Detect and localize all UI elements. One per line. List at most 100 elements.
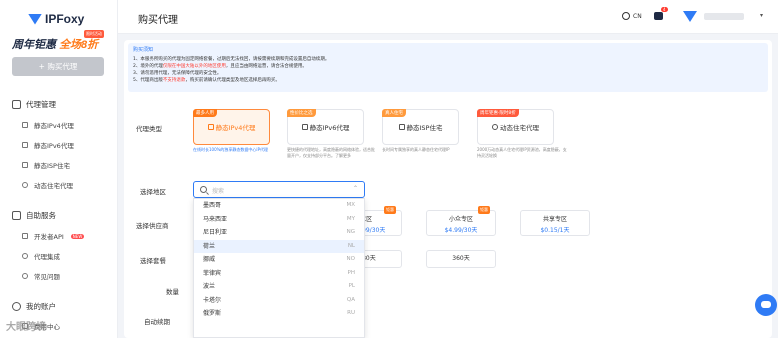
username-redacted[interactable] — [704, 13, 744, 20]
region-option-name: 菲律宾 — [203, 269, 222, 277]
type-description: 更快捷的代理地址，高度隐蔽的网络体验，适合批量开户，仅支持部分平台。了解更多 — [287, 147, 375, 158]
sidebar-item-proxy-integration[interactable]: 代理集成 — [22, 251, 60, 261]
type-name-row: 静态ISP住宅 — [383, 122, 458, 132]
new-badge: NEW — [70, 233, 85, 239]
label-proxy-type: 代理类型 — [136, 125, 162, 133]
server-icon — [207, 124, 214, 130]
region-option-code: PH — [347, 269, 355, 276]
notification-icon[interactable] — [654, 12, 663, 20]
region-option[interactable]: 墨西哥 MX — [194, 199, 364, 213]
promo-line-2: 全场8折 — [59, 39, 99, 51]
notice-line: 1、本服务所购买的代理为固定网络套餐，过期后无法找回，请按需要续期和完成设置后自… — [133, 57, 330, 62]
region-option[interactable]: 挪威 NO — [194, 253, 364, 267]
supplier-tag: 钜惠 — [384, 206, 396, 214]
region-option[interactable]: 菲律宾 PH — [194, 267, 364, 281]
region-option-highlighted[interactable]: 荷兰 NL — [194, 239, 364, 253]
region-option-code: PL — [348, 283, 355, 289]
type-name-row: 静态IPv4代理 — [194, 122, 269, 132]
type-name: 动态住宅代理 — [500, 124, 539, 132]
notice-text: ，购买前请确认代理类型及地区选择后再购买。 — [185, 78, 280, 83]
type-name: 静态IPv6代理 — [309, 124, 350, 132]
promo-banner[interactable]: 周年钜惠 全场8折 — [12, 36, 98, 52]
user-icon — [12, 302, 21, 311]
building-icon — [22, 162, 28, 168]
section-label: 代理管理 — [26, 100, 56, 109]
type-name: 静态IPv4代理 — [215, 124, 256, 132]
supplier-name: 共享专区 — [542, 216, 567, 223]
logo-text: IPFoxy — [45, 12, 85, 26]
type-description: 2000万动态真人住宅代理IP资源池，高度隐蔽，支持灵活轮换 — [477, 147, 567, 158]
chat-support-icon[interactable] — [755, 294, 777, 316]
notice-line: 2、境外的代理仅限在中国大陆以外的地区使用，且应当由网络运营，请合法合规使用。 — [133, 63, 763, 70]
region-option[interactable]: 马来西亚 MY — [194, 213, 364, 227]
region-search-input[interactable]: 搜索 ⌃ — [193, 181, 365, 198]
region-option-name: 挪威 — [203, 256, 216, 263]
type-card-static-ipv4[interactable]: 最多人用 静态IPv4代理 — [193, 109, 270, 145]
type-name-row: 静态IPv6代理 — [288, 122, 363, 132]
supplier-card-shared[interactable]: 共享专区 $0.15/1天 — [520, 210, 590, 236]
globe-icon — [622, 12, 630, 20]
region-option-code: MX — [346, 202, 355, 208]
notice-line: 3、请勿滥用代理，无法保障代理的安全性。 — [133, 71, 222, 76]
period-option[interactable]: 360天 — [426, 250, 496, 268]
region-option[interactable]: 卡塔尔 QA — [194, 294, 364, 308]
region-option[interactable]: 波兰 PL — [194, 280, 364, 294]
language-switcher[interactable]: CN — [622, 12, 642, 20]
sidebar-item-label: 代理集成 — [34, 253, 60, 261]
region-option-code: NO — [346, 256, 355, 262]
logo[interactable]: IPFoxy — [28, 12, 84, 26]
region-options-list[interactable]: 墨西哥 MX 马来西亚 MY 尼日利亚 NG 荷兰 NL 挪威 NO 菲律宾 PH 波兰 PL… — [193, 198, 365, 338]
buy-proxy-button[interactable]: + 购买代理 — [12, 57, 104, 76]
type-card-dynamic-residential[interactable]: 周年钜惠·限时8折 动态住宅代理 — [477, 109, 554, 145]
section-my-account[interactable]: 我的账户 — [12, 301, 56, 312]
type-tag: 真人住宅 — [382, 109, 406, 117]
region-option-code: NL — [347, 242, 355, 249]
region-option-name: 尼日利亚 — [203, 229, 228, 236]
type-card-static-ipv6[interactable]: 性价比之选 静态IPv6代理 — [287, 109, 364, 145]
section-proxy-management[interactable]: 代理管理 — [12, 99, 56, 110]
sidebar-item-faq[interactable]: 常见问题 — [22, 271, 60, 281]
type-tag: 最多人用 — [193, 109, 217, 117]
type-description: 长时间专属独享的真人静态住宅代理IP — [382, 147, 450, 152]
region-option-name: 墨西哥 — [203, 202, 222, 209]
server-icon — [22, 122, 28, 128]
section-label: 自助服务 — [26, 211, 56, 220]
region-option-name: 马来西亚 — [203, 215, 228, 223]
sidebar-item-label: 静态IPv4代理 — [34, 122, 74, 130]
promo-line-1: 周年钜惠 — [12, 39, 56, 51]
region-option[interactable]: 尼日利亚 NG — [194, 226, 364, 240]
sidebar-item-dynamic-residential[interactable]: 动态住宅代理 — [22, 180, 73, 190]
type-tag: 周年钜惠·限时8折 — [477, 109, 519, 117]
type-card-static-isp[interactable]: 真人住宅 静态ISP住宅 — [382, 109, 459, 145]
refresh-icon — [492, 124, 498, 130]
proxy-management-icon — [12, 100, 21, 109]
type-name-row: 动态住宅代理 — [478, 122, 553, 132]
avatar[interactable] — [683, 11, 697, 22]
sidebar-item-label: 常见问题 — [34, 273, 60, 281]
sidebar: IPFoxy 周年钜惠 全场8折 限时活动 + 购买代理 代理管理 静态IPv4… — [0, 0, 118, 338]
notice-warning: 仅限在中国大陆以外的地区使用 — [162, 64, 226, 69]
gear-icon — [22, 253, 28, 259]
label-region: 选择地区 — [140, 188, 166, 196]
purchase-notice: 购买须知 1、本服务所购买的代理为固定网络套餐，过期后无法找回，请按需要续期和完… — [128, 43, 768, 92]
region-option-name: 荷兰 — [203, 242, 216, 250]
chevron-up-icon[interactable]: ⌃ — [353, 185, 358, 192]
sidebar-item-static-ipv6[interactable]: 静态IPv6代理 — [22, 140, 74, 150]
region-option-code: NG — [346, 229, 355, 235]
type-tag: 性价比之选 — [287, 109, 316, 117]
fox-logo-icon — [28, 13, 42, 25]
notice-title: 购买须知 — [133, 47, 154, 53]
supplier-card-niche[interactable]: 钜惠 小众专区 $4.99/30天 — [426, 206, 496, 236]
sidebar-item-developer-api[interactable]: 开发者API NEW — [22, 231, 85, 241]
chevron-down-icon[interactable]: ▾ — [760, 12, 763, 19]
search-placeholder: 搜索 — [212, 188, 225, 195]
region-option[interactable]: 俄罗斯 RU — [194, 307, 364, 321]
building-icon — [398, 124, 405, 130]
sidebar-item-static-ipv4[interactable]: 静态IPv4代理 — [22, 120, 74, 130]
search-icon — [200, 186, 207, 193]
region-option-code: QA — [346, 296, 355, 303]
section-self-service[interactable]: 自助服务 — [12, 210, 56, 221]
sidebar-item-static-isp[interactable]: 静态ISP住宅 — [22, 160, 70, 170]
type-name: 静态ISP住宅 — [406, 124, 443, 132]
supplier-price: $4.99/30天 — [444, 227, 478, 234]
